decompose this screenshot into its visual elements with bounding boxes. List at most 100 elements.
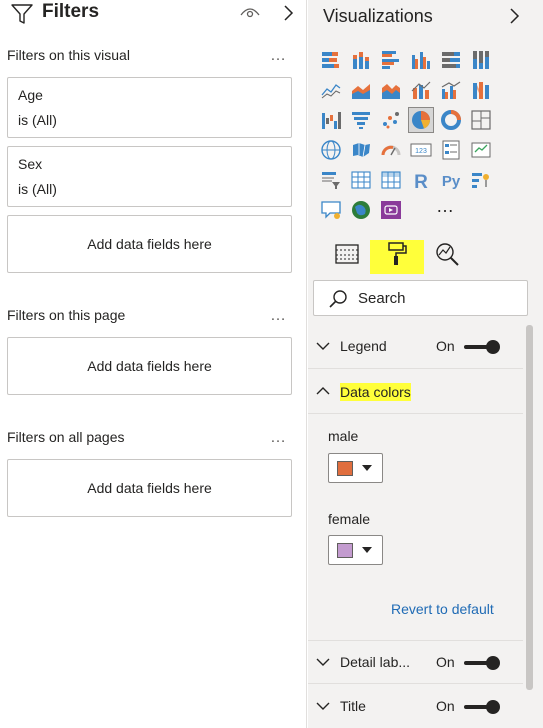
stacked-area-chart-icon[interactable] <box>378 77 404 103</box>
clustered-bar-chart-icon[interactable] <box>378 47 404 73</box>
card-icon[interactable]: 123 <box>408 137 434 163</box>
filters-pane: Filters Filters on this visual … Age is … <box>0 0 307 728</box>
stacked-column-chart-icon[interactable] <box>348 47 374 73</box>
format-paint-roller-icon <box>388 242 407 265</box>
funnel-icon <box>11 4 33 24</box>
search-input[interactable]: Search <box>358 290 406 307</box>
analytics-icon <box>436 243 459 266</box>
more-options-icon[interactable]: … <box>270 307 287 325</box>
svg-text:123: 123 <box>415 148 427 155</box>
data-colors-section[interactable]: Data colors <box>308 370 523 414</box>
power-apps-icon[interactable] <box>378 197 404 223</box>
filter-card-age[interactable]: Age is (All) <box>7 77 292 138</box>
visualizations-title: Visualizations <box>323 6 433 26</box>
all-pages-drop-zone[interactable]: Add data fields here <box>7 459 292 517</box>
kpi-icon[interactable] <box>468 137 494 163</box>
scrollbar[interactable] <box>526 325 533 690</box>
stacked-bar-chart-icon[interactable] <box>318 47 344 73</box>
clustered-column-chart-icon[interactable] <box>408 47 434 73</box>
female-color-label: female <box>328 511 371 527</box>
chevron-down-icon <box>316 702 330 710</box>
filters-on-this-visual-heading: Filters on this visual <box>7 47 130 63</box>
title-label: Title <box>340 698 366 714</box>
revert-to-default-link[interactable]: Revert to default <box>391 601 494 617</box>
male-color-picker[interactable] <box>328 453 383 483</box>
matrix-icon[interactable] <box>378 167 404 193</box>
filter-card-sex[interactable]: Sex is (All) <box>7 146 292 207</box>
color-swatch <box>337 461 353 476</box>
fields-tab[interactable] <box>330 236 364 272</box>
chevron-up-icon <box>316 387 330 395</box>
format-search-box[interactable]: Search <box>313 280 528 316</box>
svg-text:R: R <box>414 172 428 191</box>
gauge-icon[interactable] <box>378 137 404 163</box>
filter-field-value: is (All) <box>18 181 57 197</box>
python-visual-icon[interactable]: Py <box>438 167 464 193</box>
map-icon[interactable] <box>318 137 344 163</box>
treemap-icon[interactable] <box>468 107 494 133</box>
slicer-icon[interactable] <box>318 167 344 193</box>
legend-toggle[interactable] <box>464 340 502 354</box>
arcgis-map-icon[interactable] <box>348 197 374 223</box>
qa-icon[interactable] <box>318 197 344 223</box>
detail-labels-toggle[interactable] <box>464 656 502 670</box>
table-icon[interactable] <box>348 167 374 193</box>
line-and-stacked-column-icon[interactable] <box>408 77 434 103</box>
filters-on-all-pages-heading: Filters on all pages <box>7 429 125 445</box>
ribbon-chart-icon[interactable] <box>468 77 494 103</box>
fields-icon <box>335 244 359 264</box>
detail-labels-label: Detail lab... <box>340 654 411 670</box>
male-color-label: male <box>328 428 359 444</box>
multi-row-card-icon[interactable] <box>438 137 464 163</box>
filter-field-name: Sex <box>18 156 43 172</box>
pie-chart-icon[interactable] <box>408 107 434 133</box>
waterfall-chart-icon[interactable] <box>318 107 344 133</box>
funnel-icon[interactable] <box>348 107 374 133</box>
more-options-icon[interactable]: … <box>270 47 287 65</box>
legend-section[interactable]: Legend On <box>308 325 523 369</box>
filter-field-value: is (All) <box>18 112 57 128</box>
visualizations-pane: Visualizations 123 R Py … Search Legend … <box>308 0 543 728</box>
100-stacked-bar-chart-icon[interactable] <box>438 47 464 73</box>
female-color-picker[interactable] <box>328 535 383 565</box>
more-visuals-icon[interactable]: … <box>436 196 455 217</box>
100-stacked-column-chart-icon[interactable] <box>468 47 494 73</box>
search-icon <box>329 290 347 308</box>
data-colors-label: Data colors <box>340 383 411 401</box>
format-options-list: Legend On Data colors male female Revert… <box>308 323 543 728</box>
r-visual-icon[interactable]: R <box>408 167 434 193</box>
caret-down-icon <box>362 547 372 553</box>
page-drop-zone[interactable]: Add data fields here <box>7 337 292 395</box>
line-chart-icon[interactable] <box>318 77 344 103</box>
title-state: On <box>436 698 455 714</box>
chevron-right-icon[interactable] <box>508 7 520 25</box>
visual-drop-zone[interactable]: Add data fields here <box>7 215 292 273</box>
filled-map-icon[interactable] <box>348 137 374 163</box>
more-options-icon[interactable]: … <box>270 429 287 447</box>
area-chart-icon[interactable] <box>348 77 374 103</box>
color-swatch <box>337 543 353 558</box>
eye-icon[interactable] <box>240 5 260 19</box>
legend-label: Legend <box>340 338 387 354</box>
title-toggle[interactable] <box>464 700 502 714</box>
chevron-down-icon <box>316 658 330 666</box>
scatter-chart-icon[interactable] <box>378 107 404 133</box>
legend-state: On <box>436 338 455 354</box>
filters-header: Filters <box>0 0 307 32</box>
analytics-tab[interactable] <box>430 236 464 272</box>
line-and-clustered-column-icon[interactable] <box>438 77 464 103</box>
pane-tabs <box>308 236 543 280</box>
detail-labels-state: On <box>436 654 455 670</box>
key-influencers-icon[interactable] <box>468 167 494 193</box>
filters-on-this-page-heading: Filters on this page <box>7 307 126 323</box>
chevron-right-icon[interactable] <box>282 4 294 22</box>
chevron-down-icon <box>316 342 330 350</box>
filters-title: Filters <box>42 1 100 22</box>
caret-down-icon <box>362 465 372 471</box>
donut-chart-icon[interactable] <box>438 107 464 133</box>
detail-labels-section[interactable]: Detail lab... On <box>308 640 523 684</box>
format-tab[interactable] <box>380 236 414 272</box>
filter-field-name: Age <box>18 87 43 103</box>
title-section[interactable]: Title On <box>308 685 523 728</box>
svg-text:Py: Py <box>442 173 461 190</box>
